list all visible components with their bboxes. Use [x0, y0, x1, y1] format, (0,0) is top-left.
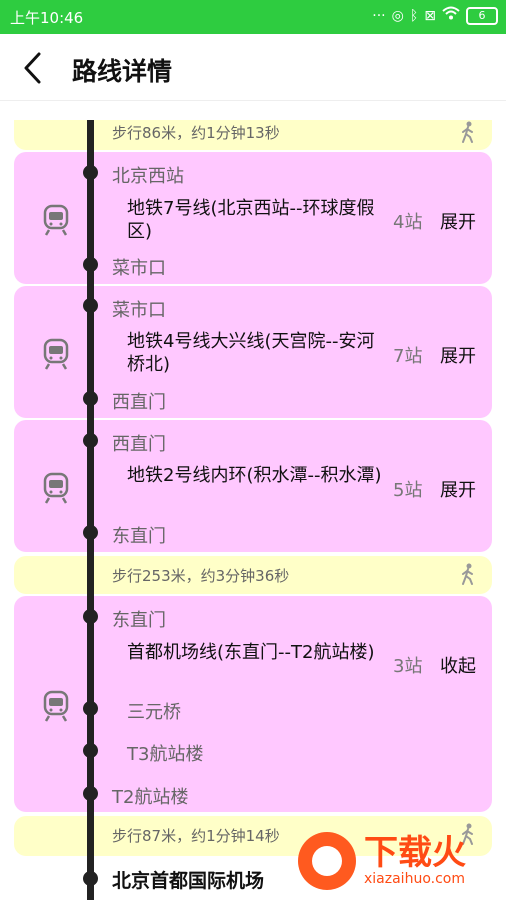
station-dot	[83, 165, 98, 180]
metro-train-icon	[43, 338, 69, 370]
app-header: 路线详情	[0, 34, 506, 101]
watermark-brand: 下载火	[364, 833, 466, 873]
stop-count: 4站	[393, 212, 423, 233]
watermark-url: xiazaihuo.com	[364, 871, 465, 887]
walking-person-icon	[462, 121, 473, 143]
station-dot	[83, 701, 98, 716]
alighting-station: 西直门	[112, 392, 166, 413]
back-button[interactable]	[14, 48, 50, 88]
no-sim-icon: ⊠	[424, 8, 436, 24]
metro-train-icon	[43, 690, 69, 722]
boarding-station: 北京西站	[112, 166, 184, 187]
flame-logo-icon	[298, 832, 356, 890]
line-name: 地铁2号线内环(积水潭--积水潭)	[127, 465, 382, 486]
metro-train-icon	[43, 204, 69, 236]
station-dot	[83, 525, 98, 540]
bluetooth-icon: ᛒ	[409, 8, 419, 24]
station-dot	[83, 257, 98, 272]
expand-toggle[interactable]: 展开	[440, 342, 476, 368]
boarding-station: 菜市口	[112, 300, 166, 321]
walking-person-icon	[462, 563, 473, 585]
alighting-station: 菜市口	[112, 258, 166, 279]
intermediate-station: T3航站楼	[127, 744, 204, 765]
destination-dot	[83, 871, 98, 886]
line-name: 地铁4号线大兴线(天宫院--安河桥北)	[127, 331, 375, 375]
intermediate-station: 三元桥	[127, 702, 181, 723]
watermark: 下载火 xiazaihuo.com	[298, 826, 502, 896]
boarding-station: 东直门	[112, 610, 166, 631]
battery-icon: 6	[466, 7, 498, 25]
walk-segment-text: 步行86米，约1分钟13秒	[112, 124, 280, 142]
line-name: 地铁7号线(北京西站--环球度假区)	[127, 198, 375, 242]
station-dot	[83, 743, 98, 758]
expand-toggle[interactable]: 展开	[440, 476, 476, 502]
station-dot	[83, 298, 98, 313]
walk-segment-text: 步行253米，约3分钟36秒	[112, 567, 290, 585]
destination-name: 北京首都国际机场	[112, 870, 265, 892]
line-name: 首都机场线(东直门--T2航站楼)	[127, 642, 375, 663]
metro-train-icon	[43, 472, 69, 504]
status-bar: 上午10:46 ··· ◎ ᛒ ⊠ 6	[0, 0, 506, 34]
status-time: 上午10:46	[10, 9, 84, 27]
station-dot	[83, 786, 98, 801]
back-arrow-icon	[24, 52, 41, 84]
expand-toggle[interactable]: 展开	[440, 208, 476, 234]
hotspot-icon: ◎	[391, 8, 404, 24]
stop-count: 7站	[393, 346, 423, 367]
walk-segment-text: 步行87米，约1分钟14秒	[112, 827, 280, 845]
station-dot	[83, 391, 98, 406]
page-title: 路线详情	[72, 57, 173, 86]
boarding-station: 西直门	[112, 434, 166, 455]
alighting-station: 东直门	[112, 526, 166, 547]
station-dot	[83, 609, 98, 624]
route-line	[87, 120, 94, 900]
route-detail-list[interactable]: 步行86米，约1分钟13秒 北京西站 地铁7号线(北京西站--环球度假区) 4站…	[0, 100, 506, 900]
notification-dots-icon: ···	[372, 8, 386, 24]
wifi-icon	[442, 6, 460, 26]
stop-count: 3站	[393, 656, 423, 677]
stop-count: 5站	[393, 480, 423, 501]
station-dot	[83, 433, 98, 448]
alighting-station: T2航站楼	[112, 787, 189, 808]
status-icons: ··· ◎ ᛒ ⊠ 6	[372, 6, 498, 26]
collapse-toggle[interactable]: 收起	[440, 652, 476, 678]
